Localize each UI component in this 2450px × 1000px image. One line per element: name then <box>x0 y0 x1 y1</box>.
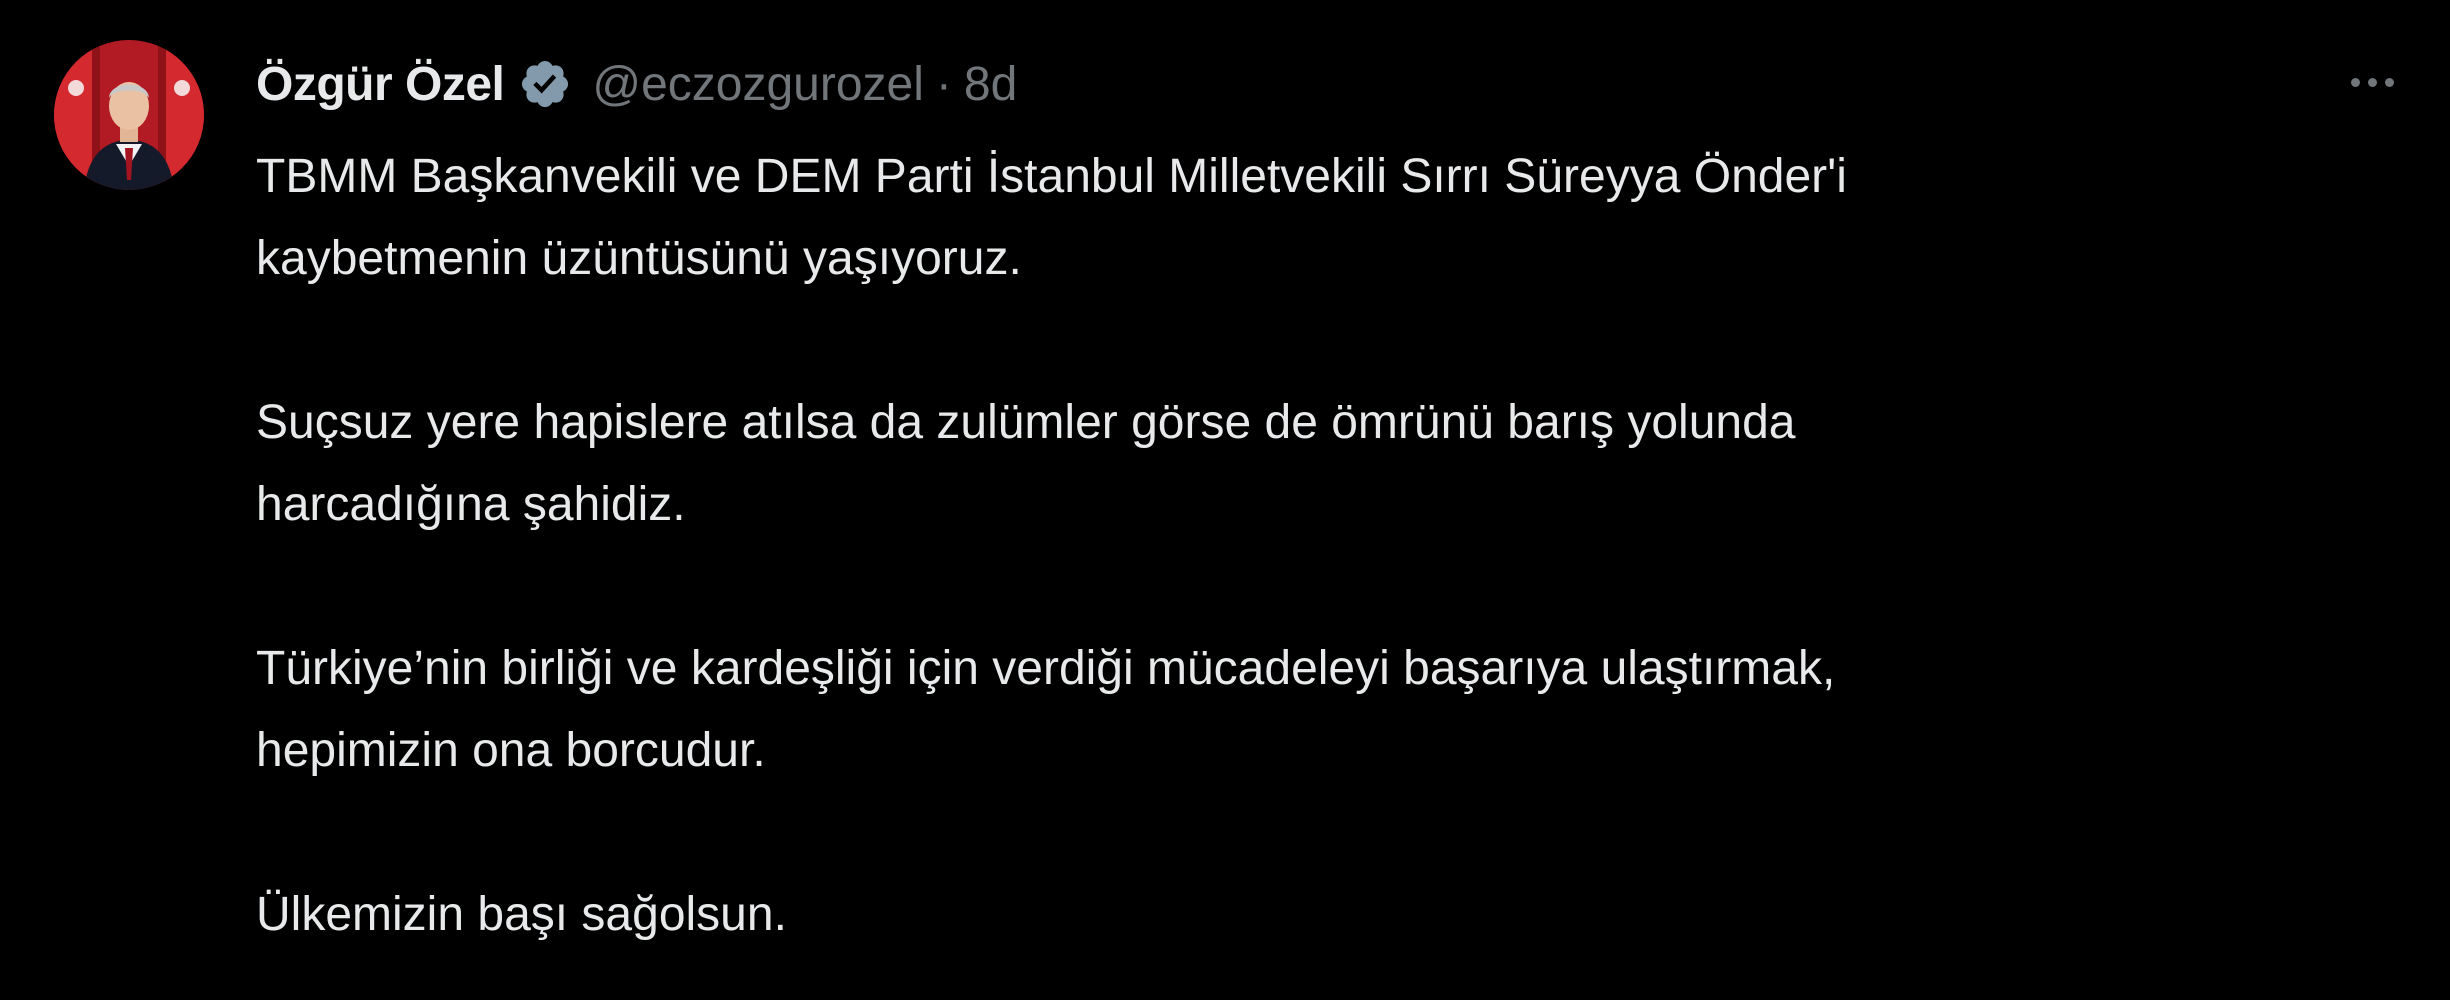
author-handle[interactable]: @eczozgurozel <box>592 57 924 112</box>
tweet-paragraph: Suçsuz yere hapislere atılsa da zulümler… <box>256 382 2406 546</box>
tweet-line: TBMM Başkanvekili ve DEM Parti İstanbul … <box>256 150 1847 203</box>
tweet-paragraph: TBMM Başkanvekili ve DEM Parti İstanbul … <box>256 136 2406 300</box>
more-options-icon[interactable] <box>2336 60 2408 104</box>
tweet-line: harcadığına şahidiz. <box>256 478 686 531</box>
tweet-text: TBMM Başkanvekili ve DEM Parti İstanbul … <box>256 136 2406 956</box>
tweet-line: Türkiye’nin birliği ve kardeşliği için v… <box>256 642 1836 695</box>
tweet-header: Özgür Özel @eczozgurozel · 8d <box>256 44 1017 124</box>
tweet-timestamp[interactable]: 8d <box>964 57 1017 112</box>
tweet-line: Ülkemizin başı sağolsun. <box>256 888 787 941</box>
tweet-line: kaybetmenin üzüntüsünü yaşıyoruz. <box>256 232 1022 285</box>
author-display-name[interactable]: Özgür Özel <box>256 57 505 112</box>
tweet-line: Suçsuz yere hapislere atılsa da zulümler… <box>256 396 1796 449</box>
verified-badge-icon[interactable] <box>518 57 572 111</box>
tweet-paragraph: Ülkemizin başı sağolsun. <box>256 874 2406 956</box>
tweet-line: hepimizin ona borcudur. <box>256 724 766 777</box>
separator-dot: · <box>935 57 952 111</box>
tweet[interactable]: Özgür Özel @eczozgurozel · 8d TBMM Başka… <box>0 0 2450 1000</box>
tweet-paragraph: Türkiye’nin birliği ve kardeşliği için v… <box>256 628 2406 792</box>
avatar[interactable] <box>54 40 204 190</box>
profile-photo <box>54 40 204 190</box>
